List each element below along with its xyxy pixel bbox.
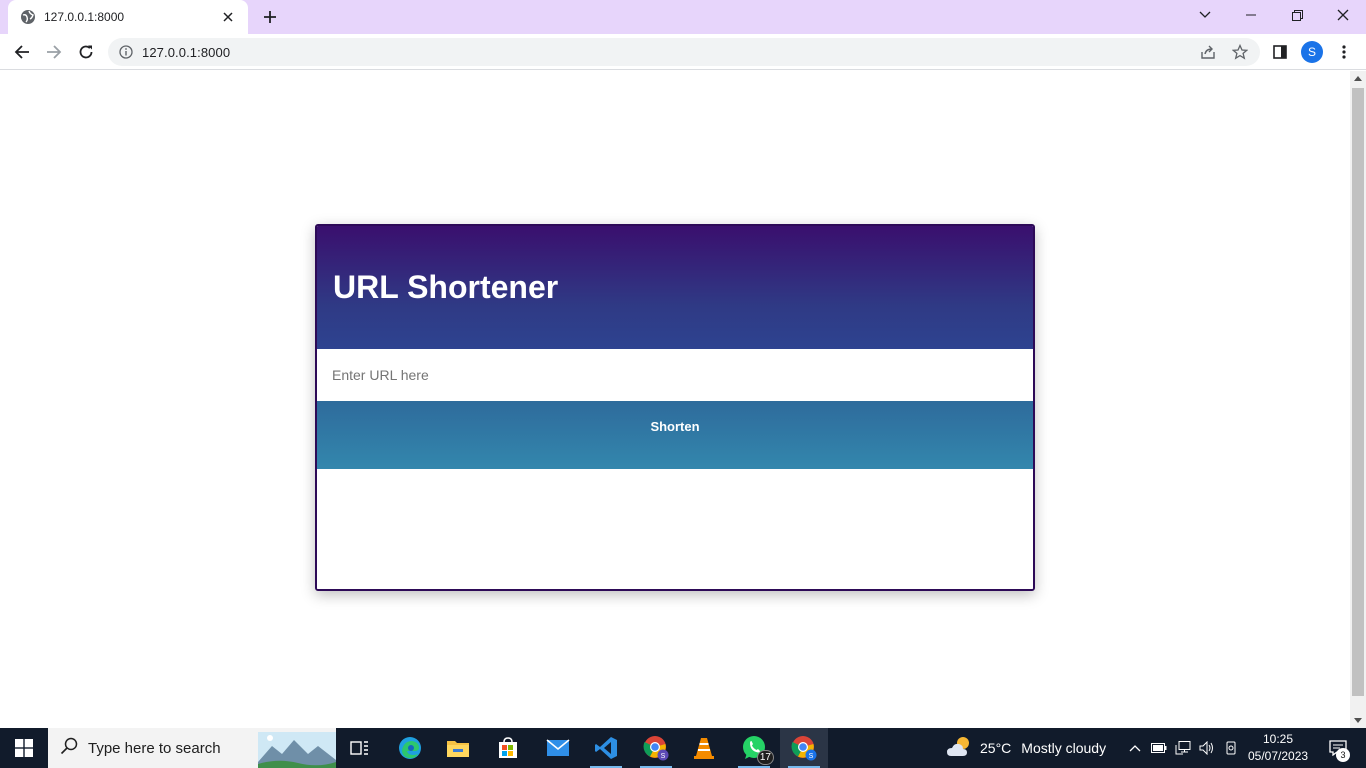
shortener-card: URL Shortener Shorten <box>315 224 1035 591</box>
profile-avatar[interactable]: S <box>1301 41 1323 63</box>
windows-taskbar: Type here to search S 17 S 25°C Mostly c… <box>0 728 1366 768</box>
clock-date: 05/07/2023 <box>1248 749 1309 763</box>
taskbar-search-box[interactable]: Type here to search <box>48 728 336 768</box>
notification-count-badge: 3 <box>1336 748 1350 762</box>
shorten-button[interactable]: Shorten <box>317 401 1033 469</box>
page-viewport: URL Shortener Shorten <box>0 71 1350 728</box>
browser-tab[interactable]: 127.0.0.1:8000 <box>8 0 248 34</box>
url-input[interactable] <box>317 349 1033 401</box>
card-header: URL Shortener <box>317 226 1033 349</box>
network-icon[interactable] <box>1172 728 1194 768</box>
search-icon <box>60 737 78 760</box>
search-placeholder: Type here to search <box>88 739 221 757</box>
vlc-icon[interactable] <box>680 728 728 768</box>
restore-button[interactable] <box>1274 0 1320 30</box>
scroll-down-arrow-icon[interactable] <box>1354 718 1362 723</box>
task-view-icon[interactable] <box>336 728 384 768</box>
browser-toolbar: 127.0.0.1:8000 S <box>0 34 1366 70</box>
site-info-icon[interactable] <box>118 44 134 60</box>
clock-time: 10:25 <box>1262 732 1294 746</box>
weather-temperature: 25°C <box>980 740 1012 756</box>
edge-icon[interactable] <box>386 728 434 768</box>
tab-title: 127.0.0.1:8000 <box>44 10 125 24</box>
chrome-icon[interactable]: S <box>780 728 828 768</box>
page-title: URL Shortener <box>333 269 559 305</box>
new-tab-button[interactable] <box>258 5 282 29</box>
bookmark-star-icon[interactable] <box>1228 40 1252 64</box>
tab-strip: 127.0.0.1:8000 <box>0 0 1366 34</box>
weather-widget[interactable]: 25°C Mostly cloudy <box>946 728 1106 768</box>
result-area <box>317 469 1033 589</box>
close-tab-icon[interactable] <box>218 7 238 27</box>
reload-button[interactable] <box>72 38 100 66</box>
globe-icon <box>20 9 36 25</box>
side-panel-icon[interactable] <box>1268 40 1292 64</box>
forward-button[interactable] <box>40 38 68 66</box>
search-highlight-image <box>258 732 336 768</box>
back-button[interactable] <box>8 38 36 66</box>
microsoft-store-icon[interactable] <box>484 728 532 768</box>
show-hidden-icons-chevron-icon[interactable] <box>1126 728 1144 768</box>
start-button[interactable] <box>0 728 48 768</box>
chrome-profile-icon[interactable]: S <box>632 728 680 768</box>
system-clock[interactable]: 10:25 05/07/2023 <box>1248 731 1308 765</box>
whatsapp-icon[interactable]: 17 <box>730 728 778 768</box>
tab-search-button[interactable] <box>1182 0 1228 30</box>
volume-icon[interactable] <box>1196 728 1218 768</box>
vscode-icon[interactable] <box>582 728 630 768</box>
more-menu-icon[interactable] <box>1332 40 1356 64</box>
mail-icon[interactable] <box>534 728 582 768</box>
battery-icon[interactable] <box>1148 728 1170 768</box>
vertical-scrollbar[interactable] <box>1350 71 1366 728</box>
minimize-button[interactable] <box>1228 0 1274 30</box>
address-bar[interactable]: 127.0.0.1:8000 <box>108 38 1260 66</box>
file-explorer-icon[interactable] <box>434 728 482 768</box>
svg-text:S: S <box>661 753 666 760</box>
notification-center-icon[interactable]: 3 <box>1318 728 1358 768</box>
scroll-up-arrow-icon[interactable] <box>1354 76 1362 81</box>
weather-condition: Mostly cloudy <box>1021 740 1107 756</box>
svg-text:S: S <box>809 753 814 760</box>
whatsapp-unread-badge: 17 <box>756 750 774 765</box>
close-window-button[interactable] <box>1320 0 1366 30</box>
cloudy-weather-icon <box>946 735 974 762</box>
share-icon[interactable] <box>1196 40 1220 64</box>
url-text: 127.0.0.1:8000 <box>142 44 231 60</box>
meet-now-icon[interactable] <box>1220 728 1242 768</box>
scrollbar-thumb[interactable] <box>1352 88 1364 696</box>
